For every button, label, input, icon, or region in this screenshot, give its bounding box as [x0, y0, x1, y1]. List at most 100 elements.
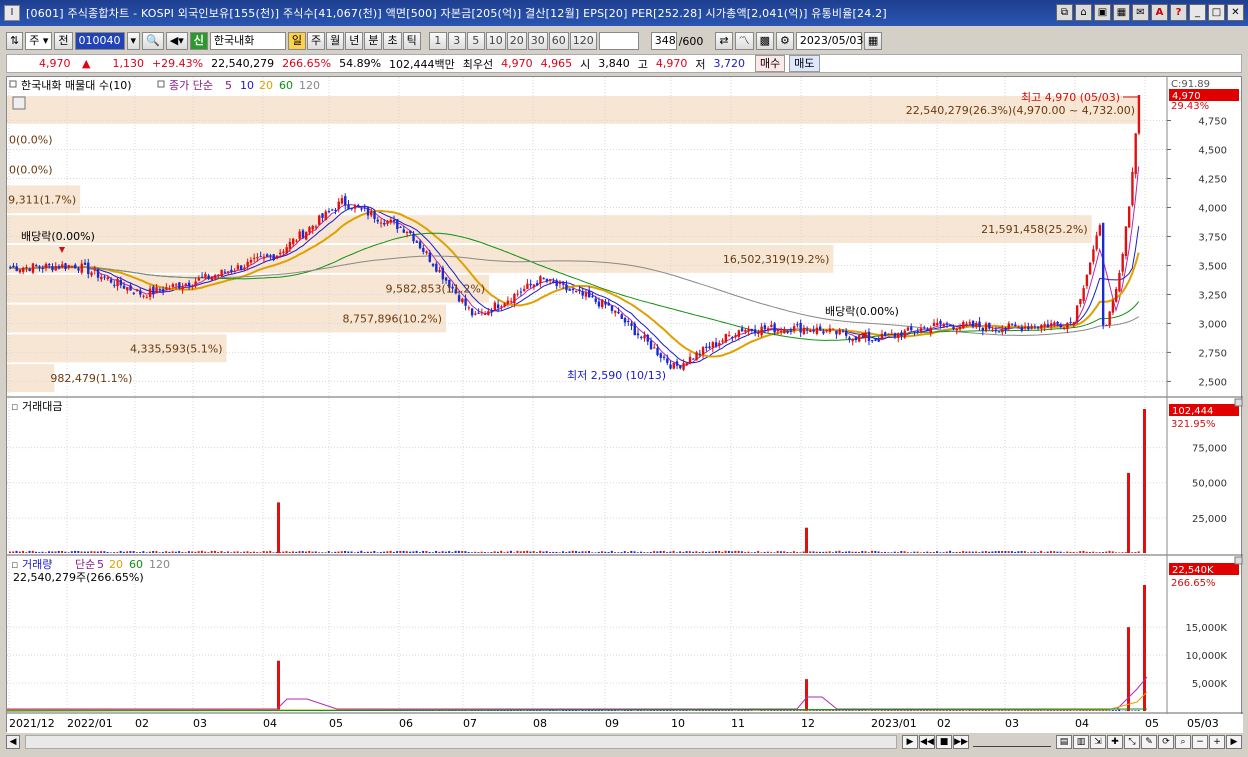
fast-forward-icon[interactable]: ▶▶: [953, 734, 969, 749]
candle-body: [643, 335, 646, 339]
candle-body: [496, 304, 500, 309]
table-icon[interactable]: [12, 96, 26, 110]
maximize-button[interactable]: □: [1208, 4, 1225, 21]
close-button[interactable]: ✕: [1227, 4, 1244, 21]
amount-bar: [77, 550, 80, 553]
candle-body: [701, 347, 705, 355]
candle-body: [184, 283, 188, 286]
volume-pane-close-icon[interactable]: [1234, 556, 1243, 565]
refresh-icon[interactable]: ⟳: [1158, 734, 1174, 749]
interval-button[interactable]: 60: [548, 32, 569, 50]
amount-bar: [1105, 551, 1108, 553]
count-input[interactable]: 348: [650, 32, 677, 50]
date-tick-label: 04: [263, 717, 277, 730]
amount-bar: [750, 552, 753, 553]
buy-button[interactable]: 매수: [755, 55, 786, 72]
interval-button[interactable]: 10: [485, 32, 506, 50]
interval-button[interactable]: 120: [569, 32, 597, 50]
amount-pane-close-icon[interactable]: [1234, 398, 1243, 407]
market-type-select[interactable]: 주 ▾: [25, 32, 53, 50]
candle-body: [327, 211, 331, 213]
volume-profile-label: 9,582,853(11.2%): [386, 283, 486, 296]
zoom-in-icon[interactable]: +: [1209, 734, 1225, 749]
amount-bar: [80, 551, 83, 553]
stop-icon[interactable]: ■: [936, 734, 952, 749]
zoom-icon[interactable]: ⌕: [1175, 734, 1191, 749]
stock-code-input[interactable]: 010040: [74, 32, 125, 50]
period-tab[interactable]: 초: [383, 32, 402, 50]
font-size-icon[interactable]: A: [1151, 4, 1168, 21]
period-tab[interactable]: 년: [345, 32, 364, 50]
candle-body: [1127, 206, 1131, 228]
candle-body: [835, 330, 838, 335]
dividend-annotation-1: 배당락(0.00%): [21, 230, 95, 243]
grid-icon[interactable]: ▦: [1113, 4, 1130, 21]
candle-body: [61, 264, 64, 268]
toolbar: ⇅ 주 ▾ 전 010040 ▾ 🔍 ◀▾ 신 한국내화 일주월년분초틱 135…: [0, 30, 1248, 52]
period-tab[interactable]: 주: [306, 32, 326, 50]
link-window-icon[interactable]: ⧉: [1056, 4, 1073, 21]
vol-ma60-label: 60: [129, 558, 143, 571]
interval-button[interactable]: 5: [466, 32, 485, 50]
amount-bar: [936, 551, 939, 553]
interval-button[interactable]: 1: [428, 32, 447, 50]
amount-bar: [740, 551, 743, 553]
scroll-track[interactable]: [25, 734, 897, 749]
settings-gear-icon[interactable]: ⚙: [776, 32, 794, 50]
speed-slider[interactable]: [973, 737, 1051, 747]
help-icon[interactable]: ?: [1170, 4, 1187, 21]
candle-body: [38, 266, 41, 268]
candle-body: [191, 285, 194, 287]
split-icon[interactable]: ▤: [1056, 734, 1072, 749]
amount-bar: [858, 551, 860, 553]
interval-button[interactable]: 20: [506, 32, 527, 50]
draw-icon[interactable]: ✎: [1141, 734, 1157, 749]
view-mode-button[interactable]: 전: [54, 32, 73, 50]
mail-icon[interactable]: ✉: [1132, 4, 1149, 21]
candle-body: [1118, 272, 1121, 292]
candle-body: [740, 328, 744, 332]
date-input[interactable]: 2023/05/03: [795, 32, 863, 50]
speaker-icon[interactable]: ◀▾: [165, 32, 188, 50]
period-tab[interactable]: 분: [364, 32, 383, 50]
amount-bar: [259, 552, 262, 553]
amount-bar: [620, 552, 623, 553]
candle-body: [1040, 324, 1043, 329]
amount-bar: [971, 551, 974, 553]
period-tab[interactable]: 월: [326, 32, 345, 50]
company-name-field[interactable]: 한국내화: [209, 32, 286, 50]
candle-body: [679, 365, 682, 369]
interval-button[interactable]: 30: [527, 32, 548, 50]
date-tick-label: 08: [533, 717, 547, 730]
indicator-icon[interactable]: 〽: [734, 32, 754, 50]
code-dropdown-icon[interactable]: ▾: [126, 32, 141, 50]
minimize-button[interactable]: _: [1189, 4, 1206, 21]
chart-type-icon[interactable]: ⇄: [715, 32, 733, 50]
amount-bar: [822, 551, 825, 553]
amount-bar: [835, 551, 838, 553]
interval-button[interactable]: 3: [447, 32, 466, 50]
scroll-left-icon[interactable]: ◀: [6, 734, 20, 749]
scroll-right-icon[interactable]: ▶: [1226, 734, 1242, 749]
sell-button[interactable]: 매도: [789, 55, 820, 72]
bottom-scrollbar: ◀ ▶ ◀◀ ■ ▶▶ ▤ ▥ ⇲ ✚ ⤡ ✎ ⟳ ⌕ − + ▶: [6, 733, 1242, 750]
save-icon[interactable]: ▩: [755, 32, 775, 50]
candle-body: [103, 276, 106, 278]
period-tab[interactable]: 일: [287, 32, 306, 50]
zoom-out-icon[interactable]: −: [1192, 734, 1208, 749]
rewind-icon[interactable]: ◀◀: [919, 734, 935, 749]
period-tab[interactable]: 틱: [402, 32, 421, 50]
candle-body: [292, 238, 295, 245]
expand-icon[interactable]: ⇲: [1090, 734, 1106, 749]
interval-custom-input[interactable]: [598, 32, 639, 50]
pin-icon[interactable]: ⇅: [6, 32, 24, 50]
save-layout-icon[interactable]: ▣: [1094, 4, 1111, 21]
calendar-icon[interactable]: ▦: [863, 32, 883, 50]
chart-area[interactable]: 한국내화 매물대 수(10) 종가 단순 5 10 20 60 120 ▫ 거래…: [0, 76, 1243, 733]
layout-icon[interactable]: ▥: [1073, 734, 1089, 749]
search-icon[interactable]: 🔍: [142, 32, 164, 50]
crosshair-icon[interactable]: ✚: [1107, 734, 1123, 749]
play-icon[interactable]: ▶: [902, 734, 918, 749]
home-icon[interactable]: ⌂: [1075, 4, 1092, 21]
trend-icon[interactable]: ⤡: [1124, 734, 1140, 749]
